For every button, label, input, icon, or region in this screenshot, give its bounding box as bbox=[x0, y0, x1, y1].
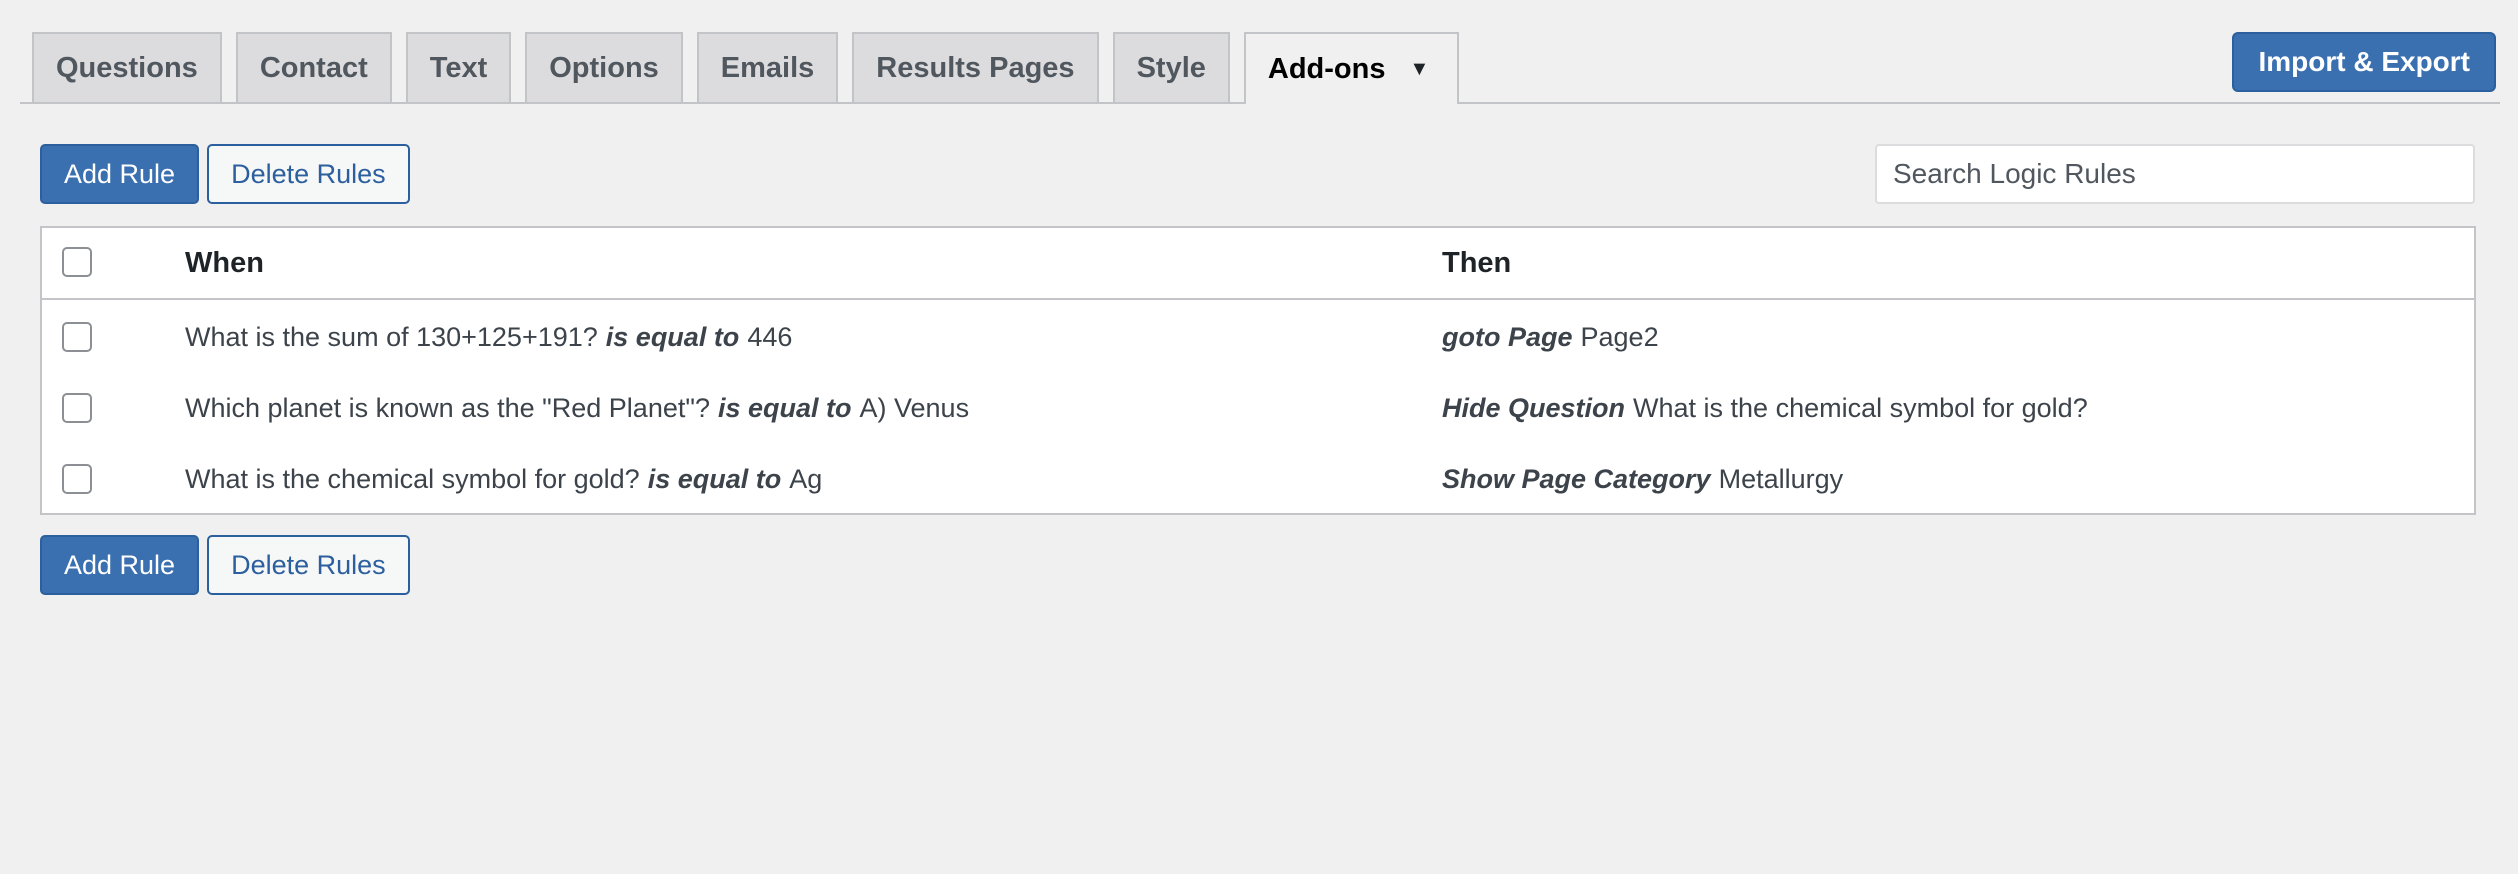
then-target: What is the chemical symbol for gold? bbox=[1633, 393, 2088, 423]
search-logic-rules-input[interactable] bbox=[1875, 144, 2475, 204]
then-target: Page2 bbox=[1580, 322, 1659, 352]
then-target: Metallurgy bbox=[1718, 464, 1844, 494]
when-value: A) Venus bbox=[859, 393, 970, 423]
tab-label: Questions bbox=[56, 51, 198, 84]
when-cell: What is the chemical symbol for gold? is… bbox=[185, 444, 822, 515]
when-operator: is equal to bbox=[647, 464, 782, 494]
tab-label: Options bbox=[549, 51, 659, 84]
when-value: Ag bbox=[789, 464, 823, 494]
row-checkbox[interactable] bbox=[62, 464, 92, 494]
caret-down-icon[interactable]: ▼ bbox=[1409, 58, 1429, 81]
when-operator: is equal to bbox=[717, 393, 852, 423]
when-operator: is equal to bbox=[605, 322, 740, 352]
table-row: Which planet is known as the "Red Planet… bbox=[42, 373, 2474, 444]
when-value: 446 bbox=[747, 322, 793, 352]
tab-emails[interactable]: Emails bbox=[696, 32, 839, 102]
top-actions: Add Rule Delete Rules bbox=[40, 144, 410, 204]
row-checkbox[interactable] bbox=[62, 393, 92, 423]
tab-results-pages[interactable]: Results Pages bbox=[852, 32, 1099, 102]
when-question: Which planet is known as the "Red Planet… bbox=[185, 393, 710, 423]
tab-text[interactable]: Text bbox=[405, 32, 512, 102]
tab-bar: Questions Contact Text Options Emails Re… bbox=[20, 0, 2500, 104]
delete-rules-button[interactable]: Delete Rules bbox=[207, 535, 410, 595]
tab-options[interactable]: Options bbox=[525, 32, 683, 102]
when-cell: What is the sum of 130+125+191? is equal… bbox=[185, 302, 792, 373]
add-rule-button[interactable]: Add Rule bbox=[40, 144, 200, 204]
delete-rules-button[interactable]: Delete Rules bbox=[207, 144, 410, 204]
row-checkbox[interactable] bbox=[62, 322, 92, 352]
logic-rules-table: When Then What is the sum of 130+125+191… bbox=[40, 226, 2476, 515]
then-cell: goto Page Page2 bbox=[1442, 302, 1659, 373]
tab-list: Questions Contact Text Options Emails Re… bbox=[32, 32, 1460, 104]
import-export-button[interactable]: Import & Export bbox=[2232, 32, 2496, 92]
column-header-then: Then bbox=[1442, 246, 1512, 279]
when-question: What is the sum of 130+125+191? bbox=[185, 322, 598, 352]
tab-questions[interactable]: Questions bbox=[32, 32, 222, 102]
table-row: What is the chemical symbol for gold? is… bbox=[42, 444, 2474, 515]
tab-style[interactable]: Style bbox=[1112, 32, 1230, 102]
tab-contact[interactable]: Contact bbox=[235, 32, 392, 102]
table-row: What is the sum of 130+125+191? is equal… bbox=[42, 302, 2474, 373]
tab-label: Results Pages bbox=[876, 51, 1075, 84]
column-header-when: When bbox=[185, 246, 264, 279]
table-body: What is the sum of 130+125+191? is equal… bbox=[42, 300, 2474, 515]
table-header: When Then bbox=[42, 228, 2474, 300]
select-all-checkbox[interactable] bbox=[62, 247, 92, 277]
bottom-actions: Add Rule Delete Rules bbox=[40, 535, 410, 595]
when-cell: Which planet is known as the "Red Planet… bbox=[185, 373, 969, 444]
tab-label: Emails bbox=[720, 51, 815, 84]
tab-add-ons[interactable]: Add-ons ▼ bbox=[1243, 32, 1460, 104]
tab-label: Contact bbox=[259, 51, 368, 84]
then-cell: Hide Question What is the chemical symbo… bbox=[1442, 373, 2088, 444]
then-action: Hide Question bbox=[1442, 393, 1626, 423]
when-question: What is the chemical symbol for gold? bbox=[185, 464, 640, 494]
then-cell: Show Page Category Metallurgy bbox=[1442, 444, 1843, 515]
then-action: goto Page bbox=[1442, 322, 1573, 352]
tab-label: Add-ons bbox=[1267, 52, 1386, 85]
add-rule-button[interactable]: Add Rule bbox=[40, 535, 200, 595]
then-action: Show Page Category bbox=[1442, 464, 1711, 494]
tab-label: Style bbox=[1136, 51, 1206, 84]
tab-label: Text bbox=[429, 51, 488, 84]
